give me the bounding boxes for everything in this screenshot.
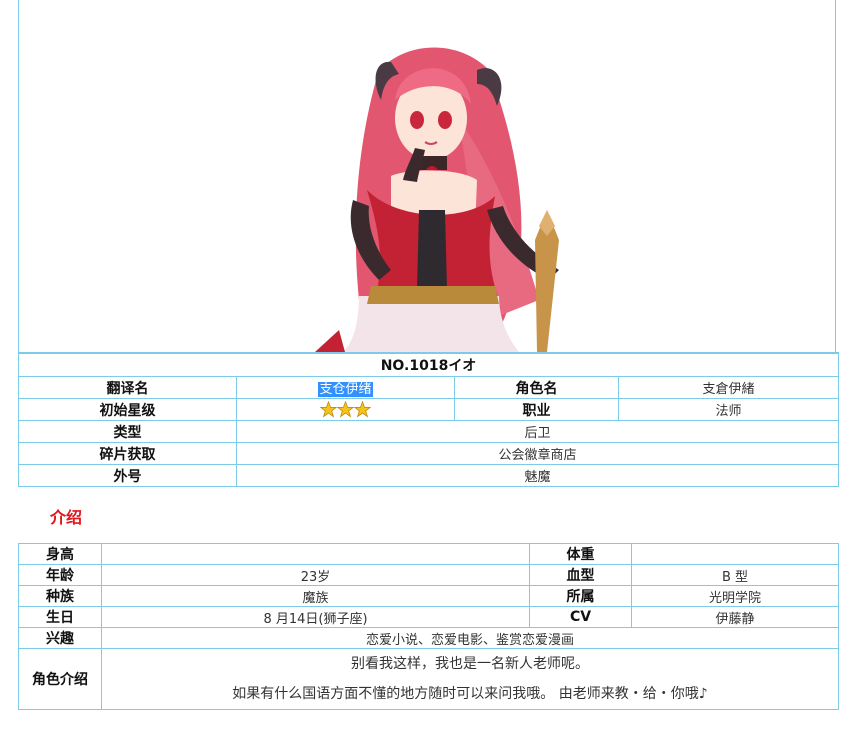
translated-name-label: 翻译名 — [18, 376, 237, 399]
age-value: 23岁 — [101, 564, 530, 586]
initial-star-rating — [236, 398, 455, 421]
affiliation-value: 光明学院 — [631, 585, 839, 607]
weight-label: 体重 — [529, 543, 632, 565]
nickname-value: 魅魔 — [235, 464, 840, 487]
blood-type-label: 血型 — [529, 564, 632, 586]
type-value: 后卫 — [235, 420, 840, 443]
race-label: 种族 — [18, 585, 102, 607]
type-label: 类型 — [18, 420, 237, 443]
height-label: 身高 — [18, 543, 102, 565]
intro-heading: 介绍 — [50, 508, 83, 527]
star-icon — [353, 400, 372, 418]
cv-label: CV — [529, 606, 632, 628]
character-image-frame — [18, 0, 836, 352]
race-value: 魔族 — [101, 585, 530, 607]
translated-name-text[interactable]: 支仓伊绪 — [318, 382, 373, 397]
character-illustration — [315, 47, 559, 352]
blood-type-value: B 型 — [631, 564, 839, 586]
job-label: 职业 — [454, 398, 619, 421]
initial-star-label: 初始星级 — [18, 398, 237, 421]
description-line: 别看我这样，我也是一名新人老师呢。 — [351, 656, 589, 672]
weight-value — [631, 543, 839, 565]
character-name-label: 角色名 — [454, 376, 619, 399]
character-name-value: 支倉伊緒 — [617, 376, 840, 399]
cv-value: 伊藤静 — [631, 606, 839, 628]
description-line: 如果有什么国语方面不懂的地方随时可以来问我哦。 由老师来教・给・你哦♪ — [232, 686, 708, 702]
nickname-label: 外号 — [18, 464, 237, 487]
job-value: 法师 — [617, 398, 840, 421]
birthday-value: 8 月14日(狮子座) — [101, 606, 530, 628]
height-value — [101, 543, 530, 565]
shard-source-value: 公会徽章商店 — [235, 442, 840, 465]
shard-source-label: 碎片获取 — [18, 442, 237, 465]
affiliation-label: 所属 — [529, 585, 632, 607]
hobby-label: 兴趣 — [18, 627, 102, 649]
character-info-table: NO.1018イオ 翻译名 支仓伊绪 角色名 支倉伊緒 初始星级 职业 法师 类… — [17, 352, 840, 487]
star-icon — [319, 400, 338, 418]
star-icon — [336, 400, 355, 418]
age-label: 年龄 — [18, 564, 102, 586]
birthday-label: 生日 — [18, 606, 102, 628]
profile-table: 身高 体重 年龄 23岁 血型 B 型 种族 魔族 所属 光明学院 生日 8 月… — [18, 543, 839, 710]
description-value: 别看我这样，我也是一名新人老师呢。 如果有什么国语方面不懂的地方随时可以来问我哦… — [101, 648, 839, 710]
description-label: 角色介绍 — [18, 648, 102, 710]
hobby-value: 恋爱小说、恋爱电影、鉴赏恋爱漫画 — [101, 627, 839, 649]
character-title: NO.1018イオ — [17, 352, 840, 377]
translated-name-value[interactable]: 支仓伊绪 — [236, 376, 455, 399]
